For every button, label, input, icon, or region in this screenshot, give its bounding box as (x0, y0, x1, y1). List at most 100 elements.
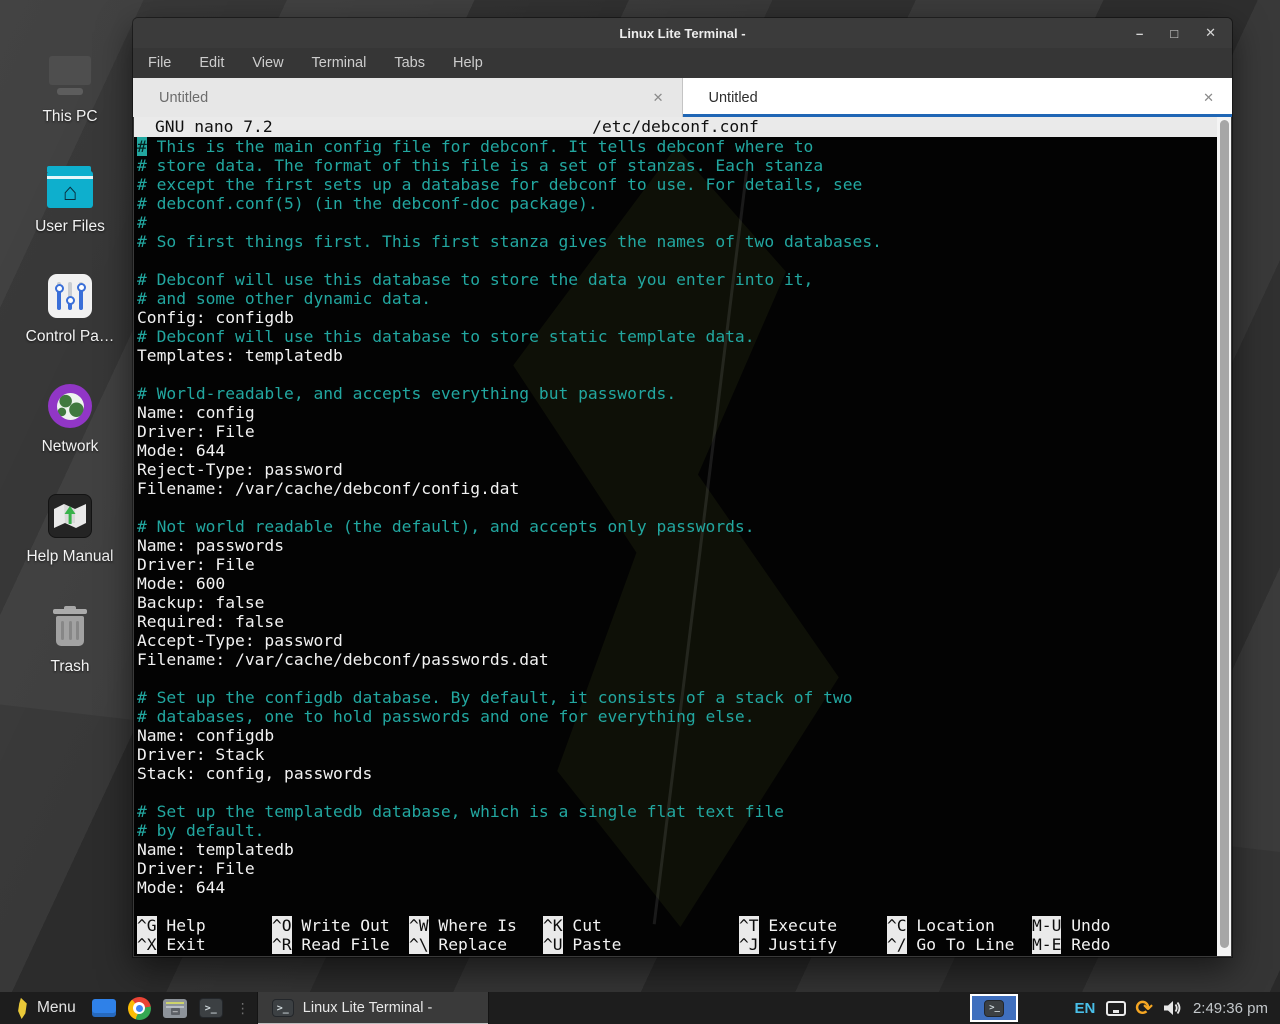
chrome-launcher-icon[interactable] (128, 997, 151, 1020)
shortcut-key: ^O (272, 916, 292, 935)
terminal-line: Driver: File (137, 555, 1213, 574)
tab-close-icon[interactable]: ✕ (653, 90, 664, 106)
desktop-icon-user-files[interactable]: ⌂ User Files (18, 132, 122, 236)
taskbar-window-label: Linux Lite Terminal - (303, 1000, 433, 1016)
desktop-icon-trash[interactable]: Trash (18, 572, 122, 676)
network-globe-icon (48, 384, 92, 428)
shortcut-key: ^W (409, 916, 429, 935)
menu-view[interactable]: View (252, 55, 283, 71)
terminal-line: # Set up the configdb database. By defau… (137, 688, 1213, 707)
terminal-line: # World-readable, and accepts everything… (137, 384, 1213, 403)
nano-shortcut: ^K Cut (543, 916, 602, 935)
desktop-icon-label: Trash (50, 658, 89, 676)
tray-terminal-active[interactable]: >_ (970, 994, 1018, 1022)
terminal-launcher-icon[interactable]: >_ (199, 998, 223, 1018)
nano-shortcut: M-E Redo (1032, 935, 1110, 954)
terminal-line: # Debconf will use this database to stor… (137, 327, 1213, 346)
maximize-button[interactable]: □ (1170, 26, 1178, 41)
terminal-line: # So first things first. This first stan… (137, 232, 1213, 251)
desktop-icon-label: This PC (42, 108, 97, 126)
shortcut-key: ^R (272, 935, 292, 954)
tab-untitled-1[interactable]: Untitled ✕ (133, 78, 683, 117)
tab-label: Untitled (159, 90, 208, 106)
nano-shortcut: ^R Read File (272, 935, 390, 954)
terminal-line: # Not world readable (the default), and … (137, 517, 1213, 536)
terminal-lines: # This is the main config file for debco… (137, 137, 1213, 897)
scrollbar-track[interactable] (1217, 117, 1231, 956)
tab-close-icon[interactable]: ✕ (1203, 90, 1214, 106)
desktop-icon-control-panel[interactable]: Control Pa… (18, 242, 122, 346)
nano-shortcut: ^W Where Is (409, 916, 517, 935)
close-button[interactable]: ✕ (1205, 25, 1216, 41)
control-panel-icon (48, 274, 92, 318)
shortcut-key: ^U (543, 935, 563, 954)
terminal-line: Reject-Type: password (137, 460, 1213, 479)
menu-tabs[interactable]: Tabs (394, 55, 425, 71)
text-cursor: # (137, 137, 147, 156)
terminal-line: Config: configdb (137, 308, 1213, 327)
menu-help[interactable]: Help (453, 55, 483, 71)
window-title: Linux Lite Terminal - (619, 26, 745, 41)
menu-terminal[interactable]: Terminal (312, 55, 367, 71)
nano-shortcut: ^/ Go To Line (887, 935, 1014, 954)
nano-shortcut: ^X Exit (137, 935, 206, 954)
quick-launch: – >_ (86, 992, 229, 1024)
terminal-line: Stack: config, passwords (137, 764, 1213, 783)
terminal-line: # except the first sets up a database fo… (137, 175, 1213, 194)
keyboard-layout-indicator[interactable]: EN (1074, 1000, 1095, 1017)
terminal-line: Name: config (137, 403, 1213, 422)
file-manager-launcher-icon[interactable] (92, 999, 116, 1017)
terminal-icon: >_ (984, 1000, 1004, 1017)
nano-shortcut: ^\ Replace (409, 935, 507, 954)
tab-untitled-2[interactable]: Untitled ✕ (683, 78, 1233, 117)
shortcut-key: ^J (739, 935, 759, 954)
terminal-line: Templates: templatedb (137, 346, 1213, 365)
nano-shortcut: M-U Undo (1032, 916, 1110, 935)
nano-shortcut: ^C Location (887, 916, 995, 935)
menu-file[interactable]: File (148, 55, 171, 71)
updates-icon[interactable]: ⟳ (1135, 998, 1153, 1019)
shortcut-row-2: ^X Exit^R Read File^\ Replace^U Paste^J … (137, 935, 1213, 954)
taskbar-window-button[interactable]: >_ Linux Lite Terminal - (257, 992, 489, 1024)
this-pc-icon (46, 56, 94, 98)
terminal-line: # by default. (137, 821, 1213, 840)
menu-edit[interactable]: Edit (199, 55, 224, 71)
volume-icon[interactable] (1162, 999, 1182, 1017)
nano-titlebar: GNU nano 7.2 /etc/debconf.conf (134, 117, 1217, 137)
terminal-line: Required: false (137, 612, 1213, 631)
software-launcher-icon[interactable]: – (163, 999, 187, 1018)
terminal-line: Name: templatedb (137, 840, 1213, 859)
taskbar-separator: ⋮ (236, 1000, 250, 1017)
display-icon[interactable] (1106, 1001, 1126, 1016)
terminal-line: Driver: File (137, 422, 1213, 441)
terminal-window: Linux Lite Terminal - – □ ✕ File Edit Vi… (133, 18, 1232, 957)
terminal-line (137, 365, 1213, 384)
minimize-button[interactable]: – (1136, 26, 1143, 41)
clock[interactable]: 2:49:36 pm (1193, 1000, 1268, 1017)
shortcut-key: M-U (1032, 916, 1061, 935)
nano-version: GNU nano 7.2 (155, 117, 273, 136)
terminal-line: Mode: 644 (137, 441, 1213, 460)
terminal-line: Driver: Stack (137, 745, 1213, 764)
trash-icon (51, 606, 89, 648)
desktop-icon-this-pc[interactable]: This PC (18, 22, 122, 126)
titlebar[interactable]: Linux Lite Terminal - – □ ✕ (133, 18, 1232, 48)
menubar: File Edit View Terminal Tabs Help (133, 48, 1232, 78)
desktop-icon-label: Network (42, 438, 99, 456)
start-menu-button[interactable]: Menu (0, 992, 86, 1024)
shortcut-row-1: ^G Help^O Write Out^W Where Is^K Cut^T E… (137, 916, 1213, 935)
tab-bar: Untitled ✕ Untitled ✕ (133, 78, 1232, 117)
desktop-icon-network[interactable]: Network (18, 352, 122, 456)
shortcut-key: M-E (1032, 935, 1061, 954)
terminal-line: Accept-Type: password (137, 631, 1213, 650)
scrollbar-thumb[interactable] (1220, 120, 1229, 948)
shortcut-key: ^G (137, 916, 157, 935)
taskbar: Menu – >_ ⋮ >_ Linux Lite Terminal - >_ … (0, 992, 1280, 1024)
desktop-icon-help-manual[interactable]: Help Manual (18, 462, 122, 566)
nano-shortcut: ^J Justify (739, 935, 837, 954)
terminal-line (137, 498, 1213, 517)
linux-lite-feather-icon (13, 997, 30, 1020)
terminal-screen[interactable]: GNU nano 7.2 /etc/debconf.conf # This is… (134, 117, 1231, 956)
nano-shortcut-bar: ^G Help^O Write Out^W Where Is^K Cut^T E… (137, 916, 1213, 954)
shortcut-key: ^T (739, 916, 759, 935)
